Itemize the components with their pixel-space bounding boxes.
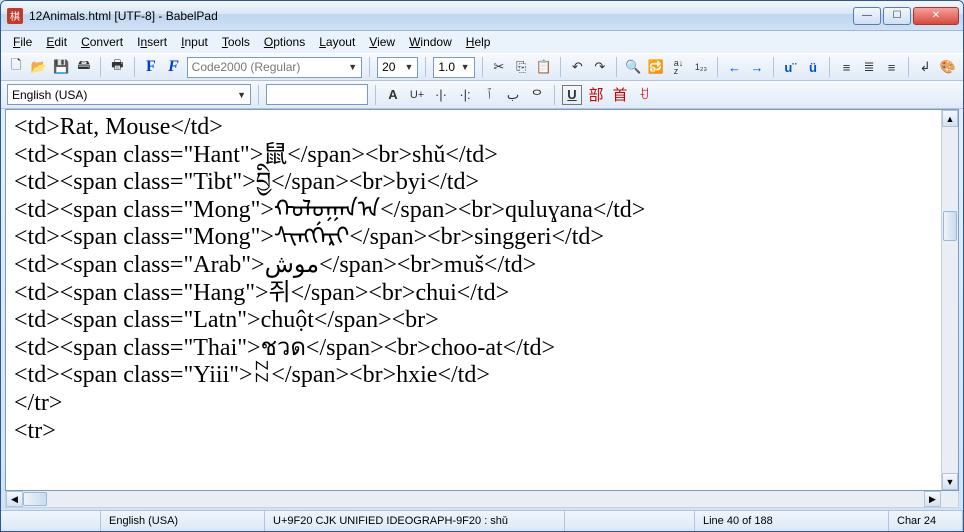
glyph-arab2-button[interactable]: ب (503, 85, 523, 105)
undo-icon[interactable]: ↶ (568, 57, 587, 77)
app-icon: 棋 (7, 8, 23, 24)
maximize-button[interactable]: ☐ (883, 7, 911, 25)
input-box[interactable] (266, 84, 368, 105)
hscroll-track[interactable] (23, 491, 924, 507)
compose-button[interactable]: ü (804, 57, 823, 77)
menu-tools[interactable]: Tools (216, 33, 256, 51)
status-empty (1, 511, 101, 531)
separator (560, 57, 561, 77)
separator (482, 57, 483, 77)
goto-prev-icon[interactable]: ← (725, 57, 744, 77)
vscroll-thumb[interactable] (943, 211, 957, 241)
zoom-select[interactable]: 1.0▼ (433, 57, 474, 78)
menu-options[interactable]: Options (258, 33, 311, 51)
separator (258, 85, 259, 105)
close-button[interactable]: ✕ (913, 7, 959, 25)
menu-insert[interactable]: Insert (131, 33, 173, 51)
separator (100, 57, 101, 77)
window-buttons: — ☐ ✕ (853, 7, 959, 25)
menu-help[interactable]: Help (460, 33, 497, 51)
save-all-icon[interactable]: 🖴 (75, 57, 94, 77)
font-size-select[interactable]: 20▼ (377, 57, 418, 78)
titlebar[interactable]: 棋 12Animals.html [UTF-8] - BabelPad — ☐ … (1, 1, 963, 31)
separator (717, 57, 718, 77)
glyph-u-button[interactable]: U (562, 85, 582, 105)
separator (908, 57, 909, 77)
separator (369, 57, 370, 77)
paste-icon[interactable]: 📋 (535, 57, 554, 77)
align-left-icon[interactable]: ≡ (837, 57, 856, 77)
menu-layout[interactable]: Layout (313, 33, 361, 51)
text-editor[interactable]: <td>Rat, Mouse</td> <td><span class="Han… (6, 110, 941, 490)
redo-icon[interactable]: ↷ (591, 57, 610, 77)
separator (375, 85, 376, 105)
status-char: Char 24 (889, 511, 963, 531)
glyph-hang-button[interactable]: ᄋ (527, 85, 547, 105)
sort-123-icon[interactable]: 1₂₃ (692, 57, 711, 77)
scroll-right-icon[interactable]: ▶ (924, 491, 941, 507)
align-right-icon[interactable]: ≡ (882, 57, 901, 77)
sort-az-icon[interactable]: a↓z (669, 57, 688, 77)
horizontal-scrollbar[interactable]: ◀ ▶ (5, 491, 959, 508)
status-unicode: U+9F20 CJK UNIFIED IDEOGRAPH-9F20 : shǔ (265, 511, 565, 531)
hscroll-thumb[interactable] (23, 492, 47, 506)
menu-file[interactable]: File (7, 33, 38, 51)
toolbar-main: 🗋 📂 💾 🖴 🖶 F F Code2000 (Regular)▼ 20▼ 1.… (1, 53, 963, 81)
scroll-corner (941, 491, 958, 507)
separator (773, 57, 774, 77)
new-icon[interactable]: 🗋 (7, 57, 26, 77)
separator (134, 57, 135, 77)
menubar: File Edit Convert Insert Input Tools Opt… (1, 31, 963, 53)
app-window: 棋 12Animals.html [UTF-8] - BabelPad — ☐ … (0, 0, 964, 532)
separator (616, 57, 617, 77)
vscroll-track[interactable] (942, 127, 958, 473)
cut-icon[interactable]: ✂ (490, 57, 509, 77)
minimize-button[interactable]: — (853, 7, 881, 25)
print-icon[interactable]: 🖶 (108, 57, 127, 77)
font-complex-button[interactable]: F (164, 57, 183, 77)
replace-icon[interactable]: 🔂 (647, 57, 666, 77)
status-language: English (USA) (101, 511, 265, 531)
vertical-scrollbar[interactable]: ▲ ▼ (941, 110, 958, 490)
statusbar: English (USA) U+9F20 CJK UNIFIED IDEOGRA… (1, 510, 963, 531)
editor-container: <td>Rat, Mouse</td> <td><span class="Han… (5, 109, 959, 491)
glyph-a-button[interactable]: A (383, 85, 403, 105)
glyph-yi-button[interactable]: ꀀ (634, 85, 654, 105)
find-icon[interactable]: 🔍 (624, 57, 643, 77)
status-line: Line 40 of 188 (695, 511, 889, 531)
wrap-icon[interactable]: ↲ (916, 57, 935, 77)
glyph-bidi1-button[interactable]: ·|· (431, 85, 451, 105)
glyph-ucomb-button[interactable]: U+ (407, 85, 427, 105)
menu-convert[interactable]: Convert (75, 33, 129, 51)
status-spacer (565, 511, 695, 531)
separator (425, 57, 426, 77)
open-icon[interactable]: 📂 (30, 57, 49, 77)
glyph-cjk1-button[interactable]: 部 (586, 85, 606, 105)
font-simple-button[interactable]: F (142, 57, 161, 77)
language-select[interactable]: English (USA)▼ (7, 84, 251, 105)
palette-icon[interactable]: 🎨 (938, 57, 957, 77)
glyph-bidi2-button[interactable]: ·|: (455, 85, 475, 105)
window-title: 12Animals.html [UTF-8] - BabelPad (29, 9, 853, 23)
align-center-icon[interactable]: ≣ (860, 57, 879, 77)
scroll-down-icon[interactable]: ▼ (942, 473, 958, 490)
menu-edit[interactable]: Edit (40, 33, 73, 51)
save-icon[interactable]: 💾 (52, 57, 71, 77)
scroll-up-icon[interactable]: ▲ (942, 110, 958, 127)
menu-window[interactable]: Window (403, 33, 458, 51)
copy-icon[interactable]: ⎘ (512, 57, 531, 77)
goto-next-icon[interactable]: → (748, 57, 767, 77)
toolbar-secondary: English (USA)▼ A U+ ·|· ·|: ﭐ ب ᄋ U 部 首 … (1, 81, 963, 109)
menu-input[interactable]: Input (175, 33, 214, 51)
separator (554, 85, 555, 105)
scroll-left-icon[interactable]: ◀ (6, 491, 23, 507)
glyph-cjk2-button[interactable]: 首 (610, 85, 630, 105)
separator (829, 57, 830, 77)
decompose-button[interactable]: u¨ (781, 57, 800, 77)
glyph-arab1-button[interactable]: ﭐ (479, 85, 499, 105)
font-select[interactable]: Code2000 (Regular)▼ (187, 57, 363, 78)
menu-view[interactable]: View (363, 33, 401, 51)
